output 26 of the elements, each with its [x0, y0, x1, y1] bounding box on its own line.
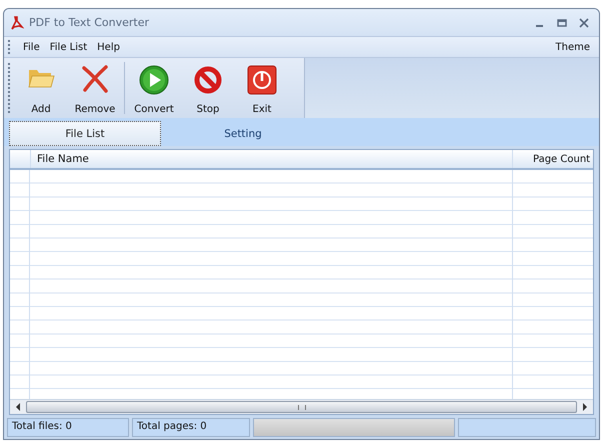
scroll-left-icon[interactable]: [14, 402, 22, 412]
play-icon: [139, 65, 169, 95]
tab[interactable]: Setting: [167, 121, 319, 146]
toolbar-button[interactable]: Remove: [68, 59, 122, 117]
maximize-icon[interactable]: [557, 18, 567, 28]
menu-item[interactable]: Theme: [550, 42, 595, 52]
menu-item[interactable]: File: [18, 42, 45, 52]
status-field: Total pages: 0: [132, 418, 250, 437]
toolbar-button[interactable]: Stop: [181, 59, 235, 117]
close-icon[interactable]: [579, 18, 589, 28]
tab[interactable]: File List: [9, 121, 161, 146]
menu-item[interactable]: File List: [44, 42, 92, 52]
power-icon: [247, 65, 277, 95]
horizontal-scrollbar[interactable]: [10, 399, 593, 414]
menu-item[interactable]: Help: [92, 42, 125, 52]
cross-icon: [81, 65, 109, 93]
window-title: PDF to Text Converter: [29, 16, 149, 29]
no-entry-icon: [193, 65, 223, 95]
toolbar-button[interactable]: Add: [14, 59, 68, 117]
column-header[interactable]: Page Count: [513, 150, 593, 168]
toolbar-button[interactable]: Exit: [235, 59, 289, 117]
column-header[interactable]: File Name: [31, 150, 513, 168]
scroll-right-icon[interactable]: [581, 402, 589, 412]
toolbar-button[interactable]: Convert: [127, 59, 181, 117]
status-field: Total files: 0: [7, 418, 129, 437]
pdf-logo-icon: [10, 16, 24, 30]
